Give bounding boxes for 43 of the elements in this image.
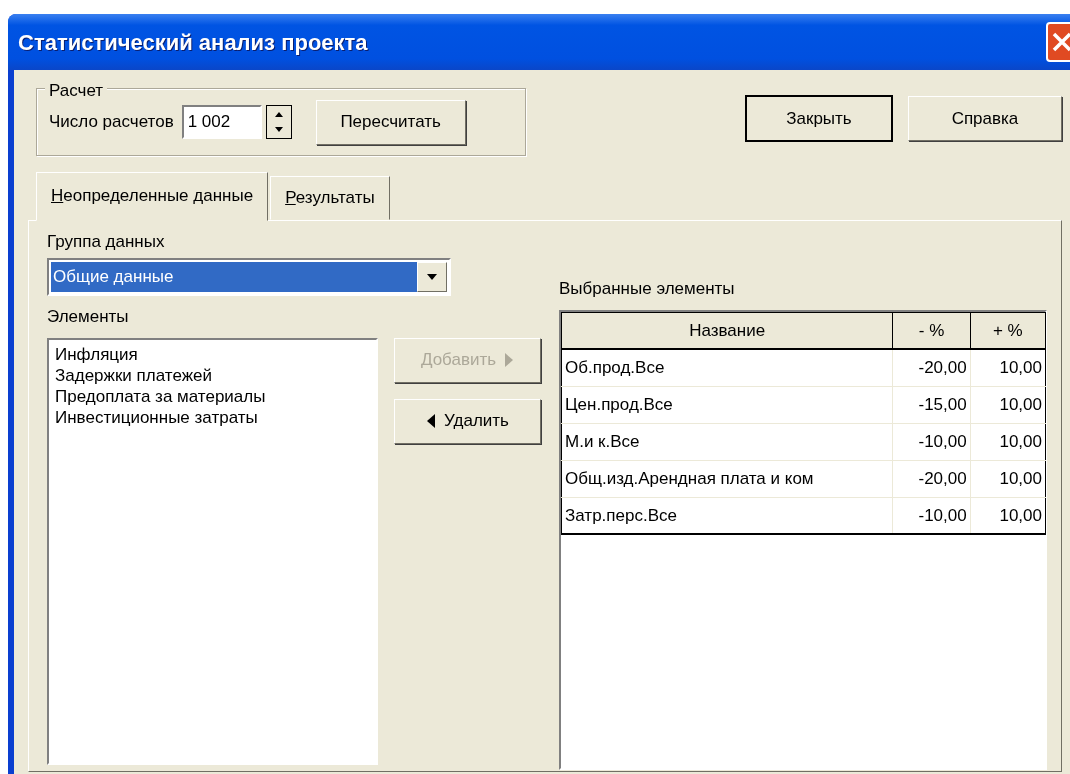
table-cell: 10,00 (970, 386, 1046, 423)
table-cell: -15,00 (892, 386, 971, 423)
close-button[interactable] (1046, 22, 1070, 62)
table-cell: 10,00 (970, 497, 1046, 534)
table-cell: Затр.перс.Все (561, 497, 893, 534)
table-cell: -20,00 (892, 460, 971, 497)
spin-button[interactable] (265, 105, 292, 139)
tab[interactable]: Неопределенные данные (36, 172, 269, 221)
tab[interactable]: Результаты (270, 176, 390, 220)
table-cell: -10,00 (892, 497, 971, 534)
column-header: + % (970, 312, 1046, 349)
help-button[interactable]: Справка (908, 96, 1062, 141)
list-item[interactable]: Инфляция (55, 343, 370, 365)
list-item[interactable]: Инвестиционные затраты (55, 407, 370, 429)
table-cell: М.и к.Все (561, 423, 893, 460)
table-cell: -10,00 (892, 423, 971, 460)
table-cell: Об.прод.Все (561, 349, 893, 386)
close-dialog-button[interactable]: Закрыть (746, 96, 892, 141)
table-cell: Цен.прод.Все (561, 386, 893, 423)
table-cell: -20,00 (892, 349, 971, 386)
field-label: Группа данных (47, 230, 165, 253)
list-label: Элементы (47, 306, 129, 328)
dropdown-arrow-icon (426, 273, 438, 281)
close-icon (1051, 31, 1070, 53)
table-cell: 10,00 (970, 460, 1046, 497)
list-item[interactable]: Предоплата за материалы (55, 386, 370, 408)
table-label: Выбранные элементы (559, 278, 735, 300)
window-title: Статистический анализ проекта (18, 28, 368, 57)
column-header: - % (892, 312, 971, 349)
right-arrow-icon (504, 352, 515, 368)
dropdown-value: Общие данные (51, 262, 417, 292)
table-cell: 10,00 (970, 349, 1046, 386)
count-field[interactable]: 1 002 (181, 105, 262, 139)
table-cell: Общ.изд.Арендная плата и ком (561, 460, 893, 497)
column-header: Название (561, 312, 893, 349)
list-item[interactable]: Задержки платежей (55, 364, 370, 386)
count-label: Число расчетов (49, 111, 174, 134)
remove-button[interactable]: Удалить (394, 398, 541, 444)
elements-list[interactable]: Инфляция Задержки платежей Предоплата за материалы Инвестиционные затраты (47, 337, 378, 765)
group-dropdown[interactable]: Общие данные (47, 258, 451, 296)
left-arrow-icon (426, 413, 437, 429)
table-cell: 10,00 (970, 423, 1046, 460)
recalculate-button[interactable]: Пересчитать (315, 99, 466, 145)
